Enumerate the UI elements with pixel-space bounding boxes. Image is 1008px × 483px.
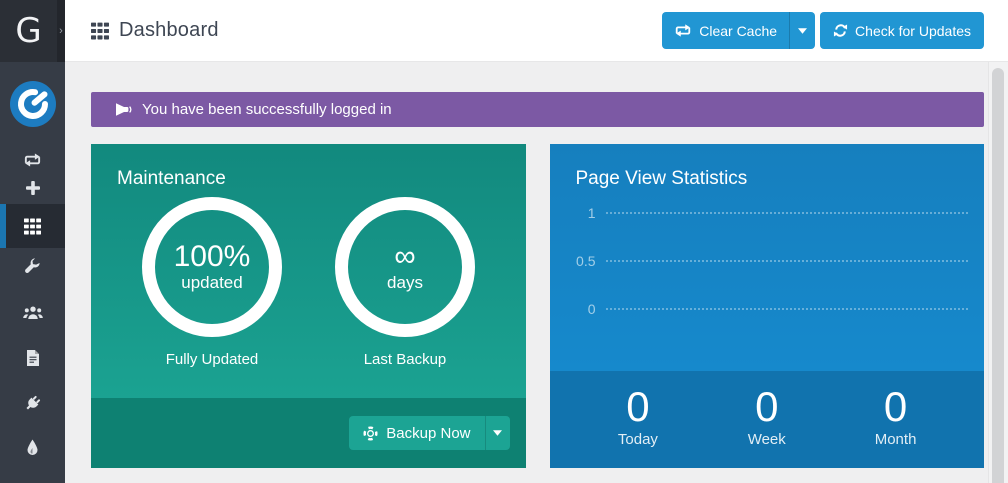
check-updates-button[interactable]: Check for Updates — [820, 12, 984, 49]
scrollbar-track[interactable] — [988, 62, 1008, 483]
backup-value: ∞ — [394, 241, 415, 273]
gridline-row: 1 — [550, 203, 985, 223]
backup-split-button: Backup Now — [349, 416, 509, 450]
page-views-chart: 1 0.5 0 — [550, 203, 985, 347]
backup-now-button[interactable]: Backup Now — [349, 416, 484, 450]
updated-value: 100% — [174, 241, 251, 273]
stats-footer: 0 Today 0 Week 0 Month — [550, 371, 985, 468]
backup-unit: days — [387, 273, 423, 293]
plug-icon — [24, 395, 41, 412]
dotted-gridline — [606, 260, 969, 262]
y-tick-label: 0.5 — [550, 253, 596, 269]
refresh-icon — [833, 23, 848, 38]
app-logo[interactable]: G — [0, 0, 57, 62]
dotted-gridline — [606, 308, 969, 310]
logo-row: G › — [0, 0, 65, 62]
stats-title: Page View Statistics — [576, 168, 748, 190]
sidebar-item-dashboard[interactable] — [0, 204, 65, 248]
header-actions: Clear Cache Check for Updates — [662, 12, 984, 49]
users-icon — [23, 306, 43, 320]
updated-label: Fully Updated — [142, 351, 282, 368]
sync-icon — [23, 153, 42, 167]
power-icon — [10, 81, 56, 127]
sidebar-collapse-handle[interactable]: › — [57, 0, 65, 62]
scrollbar-thumb[interactable] — [992, 68, 1004, 483]
add-icon — [25, 180, 41, 196]
stat-week-label: Week — [702, 431, 831, 448]
page-title: Dashboard — [119, 19, 219, 42]
check-updates-label: Check for Updates — [855, 23, 971, 39]
getsimple-power-logo[interactable] — [10, 81, 56, 127]
wrench-icon — [24, 258, 41, 275]
maintenance-title: Maintenance — [117, 168, 226, 190]
gridline-row: 0.5 — [550, 251, 985, 271]
chevron-right-icon: › — [59, 25, 63, 37]
logo-letter: G — [15, 11, 41, 51]
sidebar-item-pages[interactable] — [0, 344, 65, 372]
sidebar-item-sync[interactable] — [0, 146, 65, 174]
stat-month: 0 Month — [831, 384, 960, 468]
pages-icon — [26, 350, 40, 366]
megaphone-icon — [115, 102, 132, 117]
stat-month-label: Month — [831, 431, 960, 448]
life-ring-icon — [363, 426, 378, 441]
sidebar-item-plugins[interactable] — [0, 389, 65, 417]
updated-circle: 100% updated — [142, 197, 282, 337]
sidebar-item-add[interactable] — [0, 174, 65, 202]
backup-dropdown-toggle[interactable] — [485, 416, 510, 450]
dashboard-grid-icon — [24, 218, 41, 235]
theme-drop-icon — [26, 439, 39, 455]
maintenance-footer: Backup Now — [91, 398, 526, 468]
sync-icon — [674, 24, 692, 37]
sidebar-item-theme[interactable] — [0, 433, 65, 461]
backup-now-label: Backup Now — [386, 425, 470, 442]
caret-down-icon — [493, 430, 502, 436]
sidebar: G › — [0, 0, 65, 483]
alert-message: You have been successfully logged in — [142, 101, 392, 118]
dotted-gridline — [606, 212, 969, 214]
stat-today-label: Today — [574, 431, 703, 448]
header: Dashboard Clear Cache — [65, 0, 1008, 62]
y-tick-label: 1 — [550, 205, 596, 221]
caret-down-icon — [798, 28, 807, 34]
login-success-alert: You have been successfully logged in — [91, 92, 984, 127]
dashboard-title-grid-icon — [91, 22, 109, 40]
stat-week: 0 Week — [702, 384, 831, 468]
page-head: Dashboard — [91, 19, 219, 42]
maintenance-card: Maintenance 100% updated ∞ days Fully Up… — [91, 144, 526, 468]
main-content: You have been successfully logged in Mai… — [65, 62, 1008, 483]
stat-today-value: 0 — [574, 384, 703, 430]
stat-month-value: 0 — [831, 384, 960, 430]
sidebar-item-settings[interactable] — [0, 252, 65, 280]
y-tick-label: 0 — [550, 301, 596, 317]
clear-cache-button[interactable]: Clear Cache — [662, 12, 789, 49]
backup-label: Last Backup — [335, 351, 475, 368]
page-view-statistics-card: Page View Statistics 1 0.5 0 0 — [550, 144, 985, 468]
cards-row: Maintenance 100% updated ∞ days Fully Up… — [91, 144, 984, 468]
stat-today: 0 Today — [574, 384, 703, 468]
sidebar-item-users[interactable] — [0, 299, 65, 327]
stat-week-value: 0 — [702, 384, 831, 430]
updated-unit: updated — [181, 273, 242, 293]
clear-cache-dropdown-toggle[interactable] — [789, 12, 815, 49]
clear-cache-label: Clear Cache — [699, 23, 777, 39]
backup-circle: ∞ days — [335, 197, 475, 337]
gridline-row: 0 — [550, 299, 985, 319]
